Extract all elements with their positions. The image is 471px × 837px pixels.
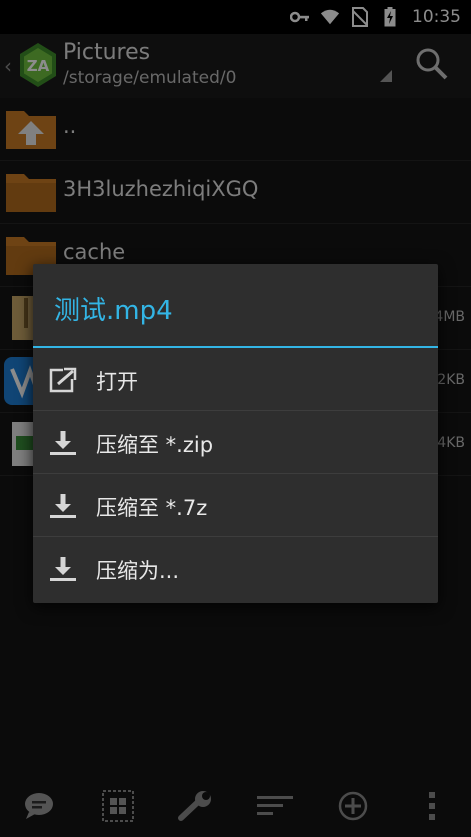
context-menu-dialog: 测试.mp4 打开 压缩至 *.zip 压缩至 *.7z 压缩为...	[33, 264, 438, 603]
menu-item-label: 压缩至 *.7z	[96, 496, 208, 520]
download-icon	[49, 556, 77, 582]
menu-item-label: 压缩至 *.zip	[96, 433, 214, 457]
menu-item-compress-zip[interactable]: 压缩至 *.zip	[33, 411, 438, 474]
menu-item-label: 打开	[96, 370, 138, 394]
dialog-title: 测试.mp4	[33, 264, 438, 348]
menu-item-label: 压缩为...	[96, 559, 180, 583]
menu-item-compress-as[interactable]: 压缩为...	[33, 537, 438, 600]
download-icon	[49, 493, 77, 519]
open-external-icon	[49, 367, 77, 393]
menu-item-compress-7z[interactable]: 压缩至 *.7z	[33, 474, 438, 537]
download-icon	[49, 430, 77, 456]
menu-item-open[interactable]: 打开	[33, 348, 438, 411]
